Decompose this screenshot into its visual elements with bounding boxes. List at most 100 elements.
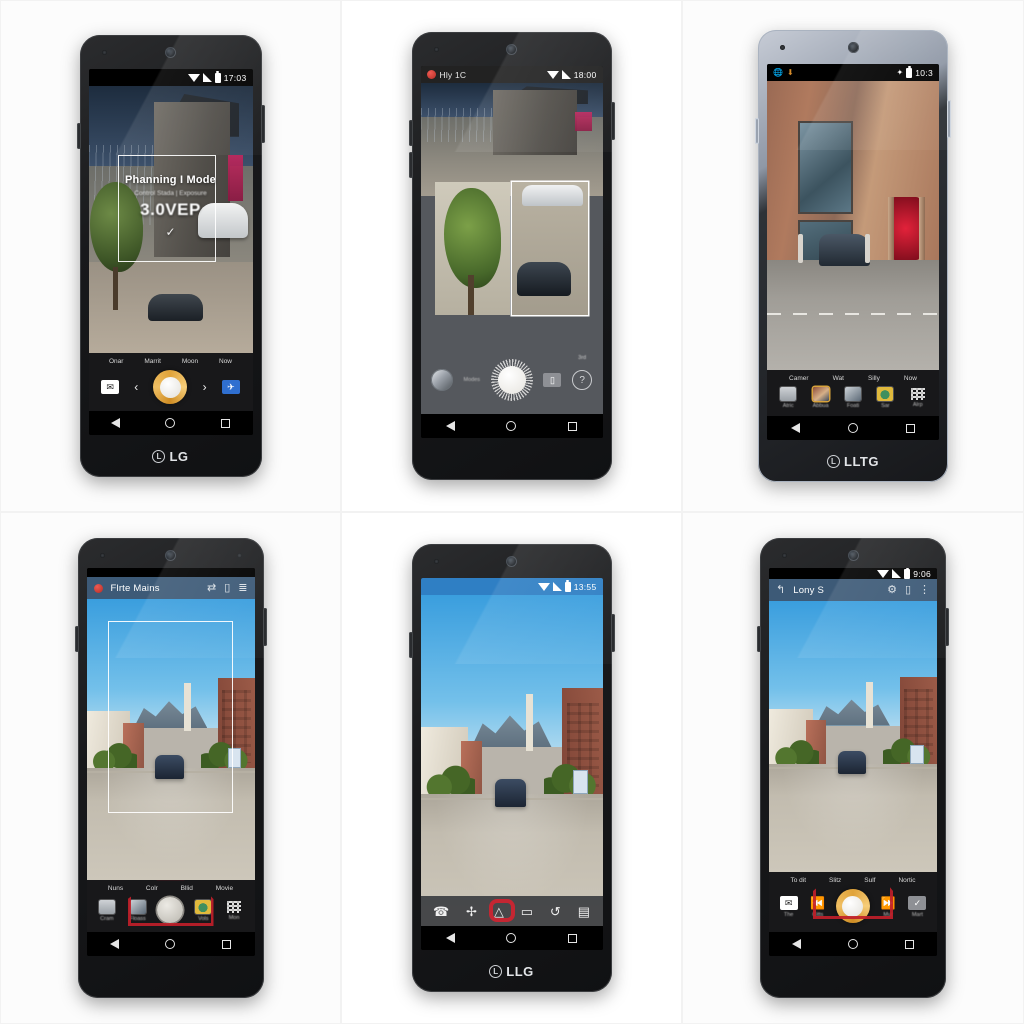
prev-track-icon: ⏪ [810, 896, 826, 910]
mode-item[interactable]: Bllid [181, 885, 193, 892]
volume-up-button[interactable] [76, 123, 81, 149]
app-tile-0[interactable]: Atric [777, 387, 799, 409]
recents-button[interactable] [567, 421, 577, 431]
volume-down-button[interactable] [408, 152, 413, 178]
mode-item[interactable]: Colr [146, 885, 158, 892]
panel-icon[interactable]: ▤ [578, 905, 590, 918]
recents-button[interactable] [906, 423, 915, 433]
preview-thumb-right-selected[interactable] [512, 182, 588, 315]
camera-viewfinder-6[interactable] [769, 601, 937, 872]
camera-viewfinder-4[interactable] [86, 599, 255, 880]
mode-item[interactable]: Nortic [898, 877, 915, 884]
mode-item[interactable]: Now [219, 358, 232, 365]
storage-chip[interactable]: ▯ [543, 373, 562, 388]
mode-strip-3[interactable]: Camer Wat Silly Now [767, 373, 939, 385]
power-button[interactable] [610, 614, 615, 652]
mode-item[interactable]: Silly [868, 375, 880, 382]
recents-button[interactable] [220, 418, 230, 428]
crop-icon[interactable]: ✢ [466, 905, 477, 918]
lens-selector[interactable] [430, 369, 453, 392]
mode-item[interactable]: To dit [790, 877, 806, 884]
preview-split[interactable] [435, 182, 588, 315]
power-button[interactable] [610, 102, 615, 140]
control-1[interactable]: Floass [127, 900, 149, 922]
shutter-button[interactable] [153, 370, 188, 404]
mode-item[interactable]: Moon [182, 358, 198, 365]
mode-strip-1[interactable]: Onar Marrit Moon Now [89, 356, 253, 368]
camera-viewfinder-5[interactable]: ☎ ✢ △ ▭ ↺ ▤ [420, 595, 603, 926]
home-button[interactable] [165, 939, 176, 949]
recents-button[interactable] [904, 939, 914, 949]
camera-viewfinder-3[interactable] [767, 81, 939, 370]
app-tile-2[interactable]: Foati [842, 387, 864, 409]
shutter-button[interactable] [835, 889, 870, 925]
home-button[interactable] [506, 933, 517, 943]
shutter-button[interactable] [490, 359, 533, 402]
mode-item[interactable]: Sulf [864, 877, 875, 884]
mode-item[interactable]: Camer [789, 375, 809, 382]
previous-button[interactable]: ‹ [134, 380, 138, 394]
home-button[interactable] [848, 423, 858, 433]
mode-item[interactable]: Now [904, 375, 917, 382]
send-button[interactable]: ✈ [221, 380, 240, 394]
shutter-button[interactable] [157, 897, 184, 925]
next-button[interactable]: › [203, 380, 207, 394]
power-button[interactable] [947, 100, 951, 138]
mode-label[interactable]: Modes [464, 377, 481, 383]
volume-up-button[interactable] [757, 626, 761, 652]
volume-up-button[interactable] [74, 626, 79, 652]
recents-button[interactable] [222, 939, 232, 949]
volume-up-button[interactable] [755, 118, 759, 144]
mode-item[interactable]: Nuns [108, 885, 123, 892]
preview-thumb-left[interactable] [435, 182, 511, 315]
settings-icon[interactable]: ⚙ [887, 584, 897, 596]
confirm-button[interactable]: ✓ Mart [906, 896, 928, 918]
mode-item[interactable]: Movie [216, 885, 233, 892]
screen-icon[interactable]: ▭ [521, 905, 533, 918]
car-icon[interactable]: △ [494, 905, 504, 918]
call-icon[interactable]: ☎ [433, 905, 449, 918]
app-tile-1[interactable]: Abbua [810, 387, 832, 409]
volume-up-button[interactable] [408, 632, 413, 658]
mode-strip-6[interactable]: To dit Slitz Sulf Nortic [769, 875, 937, 887]
home-button[interactable] [165, 418, 176, 428]
mode-item[interactable]: Wat [833, 375, 844, 382]
home-button[interactable] [847, 939, 858, 949]
sort-icon[interactable]: ≣ [238, 582, 247, 594]
back-arrow-icon[interactable]: ↰ [776, 584, 785, 596]
home-button[interactable] [506, 421, 517, 431]
mail-button[interactable]: ✉ The [778, 896, 800, 918]
app-tile-4[interactable]: Alrp [907, 388, 929, 408]
power-button[interactable] [945, 608, 949, 646]
control-4[interactable]: Mon [223, 901, 245, 921]
overflow-icon[interactable]: ⋮ [919, 584, 930, 596]
volume-up-button[interactable] [408, 120, 413, 146]
app-tile-3[interactable]: Sar [874, 387, 896, 409]
back-button[interactable] [791, 423, 800, 433]
mail-button[interactable]: ✉ [101, 380, 120, 394]
rotate-icon[interactable]: ↺ [550, 905, 561, 918]
mode-item[interactable]: Marrit [144, 358, 161, 365]
checkmark-icon[interactable]: ✓ [89, 225, 253, 239]
prev-track-button[interactable]: ⏪ Citts [807, 896, 829, 918]
recents-button[interactable] [567, 933, 577, 943]
help-button[interactable]: ? [572, 370, 593, 391]
back-button[interactable] [446, 421, 456, 431]
card-icon[interactable]: ▯ [224, 582, 230, 594]
control-3[interactable]: Vols [192, 900, 214, 922]
power-button[interactable] [262, 608, 267, 646]
camera-viewfinder-1[interactable]: Phanning I Mode Control Stada | Exposure… [88, 86, 253, 353]
next-track-button[interactable]: ⏩ Mur [877, 896, 899, 918]
shuffle-icon[interactable]: ⇄ [207, 582, 216, 594]
card-icon[interactable]: ▯ [905, 584, 911, 596]
back-button[interactable] [109, 939, 119, 949]
back-button[interactable] [792, 939, 802, 949]
power-button[interactable] [260, 105, 265, 143]
mode-item[interactable]: Onar [109, 358, 123, 365]
camera-viewfinder-2[interactable]: 3rd Modes ▯ ? [420, 83, 603, 414]
back-button[interactable] [111, 418, 121, 428]
control-0[interactable]: Cram [96, 900, 118, 922]
mode-strip-4[interactable]: Nuns Colr Bllid Movie [87, 883, 255, 895]
mode-item[interactable]: Slitz [829, 877, 841, 884]
back-button[interactable] [446, 933, 456, 943]
